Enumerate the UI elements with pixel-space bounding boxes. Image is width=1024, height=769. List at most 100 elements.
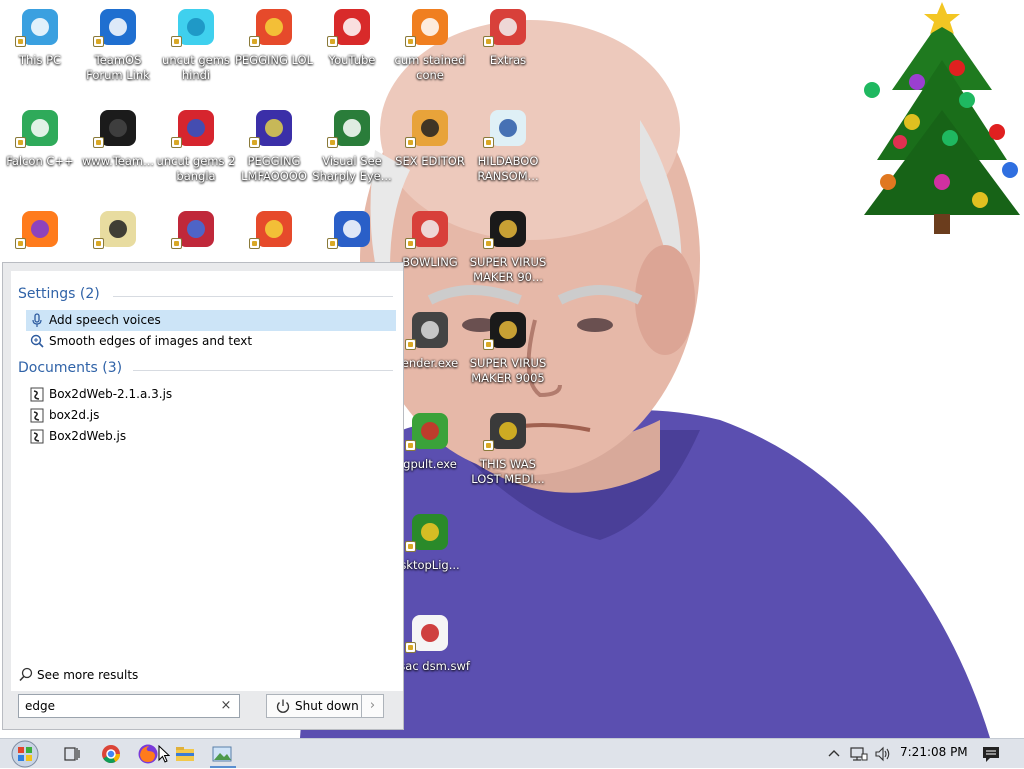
desktop-icon-label: YouTube xyxy=(328,53,376,67)
desktop-icon-label: SUPER VIRUS MAKER 90... xyxy=(469,255,547,284)
desktop-icon-label: THIS WAS LOST MEDI... xyxy=(471,457,545,486)
desktop-icon[interactable]: Visual See Sharply Eye... xyxy=(312,101,392,197)
shortcut-arrow-icon xyxy=(93,238,104,249)
shortcut-arrow-icon xyxy=(93,36,104,47)
result-label: Smooth edges of images and text xyxy=(49,334,253,348)
shortcut-arrow-icon xyxy=(171,238,182,249)
shortcut-arrow-icon xyxy=(405,137,416,148)
desktop-icon[interactable]: uncut gems 2 bangla xyxy=(156,101,236,197)
desktop-icon-label: This PC xyxy=(18,53,62,67)
firefox-icon[interactable] xyxy=(137,743,159,765)
result-document[interactable]: box2d.js xyxy=(26,405,396,426)
desktop-icon-label: TeamOS Forum Link xyxy=(86,53,150,82)
shortcut-arrow-icon xyxy=(249,238,260,249)
desktop-icon[interactable]: SEX EDITOR xyxy=(390,101,470,197)
shortcut-arrow-icon xyxy=(15,238,26,249)
taskbar: 7:21:08 PM xyxy=(0,738,1024,768)
desktop-icon[interactable]: SUPER VIRUS MAKER 90... xyxy=(468,202,548,298)
desktop-icon-label: SEX EDITOR xyxy=(395,154,465,168)
desktop-icon[interactable]: SUPER VIRUS MAKER 9005 xyxy=(468,303,548,399)
magnifier-settings-icon xyxy=(30,334,44,348)
desktop-icon[interactable]: This PC xyxy=(0,0,80,96)
clear-search-button[interactable]: × xyxy=(219,698,233,714)
shortcut-arrow-icon xyxy=(483,238,494,249)
desktop-icon[interactable]: www.Team... xyxy=(78,101,158,197)
shortcut-arrow-icon xyxy=(405,440,416,451)
desktop-icon[interactable]: uncut gems hindi xyxy=(156,0,236,96)
microphone-icon xyxy=(32,313,42,327)
shortcut-arrow-icon xyxy=(171,137,182,148)
network-icon[interactable] xyxy=(850,746,868,762)
file-explorer-icon[interactable] xyxy=(174,744,196,764)
see-more-label: See more results xyxy=(37,668,139,682)
shortcut-arrow-icon xyxy=(405,36,416,47)
shortcut-arrow-icon xyxy=(327,36,338,47)
volume-icon[interactable] xyxy=(874,746,892,762)
shortcut-arrow-icon xyxy=(327,137,338,148)
power-icon xyxy=(276,699,290,713)
desktop-icon-label: www.Team... xyxy=(81,154,155,168)
shortcut-arrow-icon xyxy=(249,36,260,47)
shortcut-arrow-icon xyxy=(483,36,494,47)
desktop-icon-label: PEGGING LOL xyxy=(234,53,314,67)
task-view-icon[interactable] xyxy=(62,745,82,763)
desktop-icon-label: SUPER VIRUS MAKER 9005 xyxy=(469,356,547,385)
shortcut-arrow-icon xyxy=(483,137,494,148)
desktop-icon-label: Falcon C++ xyxy=(6,154,74,168)
shortcut-arrow-icon xyxy=(15,36,26,47)
shut-down-label: Shut down xyxy=(295,699,359,713)
divider xyxy=(113,296,393,297)
shortcut-arrow-icon xyxy=(405,238,416,249)
shortcut-arrow-icon xyxy=(483,440,494,451)
desktop-icon[interactable]: TeamOS Forum Link xyxy=(78,0,158,96)
shortcut-arrow-icon xyxy=(171,36,182,47)
desktop-icon[interactable]: HILDABOO RANSOM... xyxy=(468,101,548,197)
result-smooth-edges[interactable]: Smooth edges of images and text xyxy=(26,331,396,352)
desktop-icon-label: PEGGING LMFAOOOO xyxy=(241,154,307,183)
js-file-icon xyxy=(30,429,44,444)
shortcut-arrow-icon xyxy=(249,137,260,148)
result-label: box2d.js xyxy=(49,408,100,422)
shortcut-arrow-icon xyxy=(405,541,416,552)
result-label: Add speech voices xyxy=(49,313,161,327)
chevron-up-icon[interactable] xyxy=(828,748,840,760)
search-box[interactable]: × xyxy=(18,694,240,718)
desktop-icon[interactable]: YouTube xyxy=(312,0,392,96)
result-label: Box2dWeb-2.1.a.3.js xyxy=(49,387,173,401)
result-add-speech-voices[interactable]: Add speech voices xyxy=(26,310,396,331)
christmas-tree-decoration xyxy=(864,2,1020,234)
notification-icon[interactable] xyxy=(982,746,1000,763)
result-document[interactable]: Box2dWeb.js xyxy=(26,426,396,447)
js-file-icon xyxy=(30,408,44,423)
mouse-cursor-icon xyxy=(158,745,170,763)
result-document[interactable]: Box2dWeb-2.1.a.3.js xyxy=(26,384,396,405)
desktop-icon-label: uncut gems hindi xyxy=(162,53,230,82)
photo-viewer-icon[interactable] xyxy=(211,744,233,764)
shortcut-arrow-icon xyxy=(405,642,416,653)
desktop-icon[interactable]: PEGGING LMFAOOOO xyxy=(234,101,314,197)
search-icon xyxy=(19,667,33,682)
desktop-icon-label: uncut gems 2 bangla xyxy=(156,154,236,183)
shortcut-arrow-icon xyxy=(15,137,26,148)
shortcut-arrow-icon xyxy=(405,339,416,350)
desktop-icon-label: Extras xyxy=(489,53,527,67)
search-input[interactable] xyxy=(25,698,215,714)
taskbar-clock[interactable]: 7:21:08 PM xyxy=(900,745,968,759)
desktop-icon[interactable]: PEGGING LOL xyxy=(234,0,314,96)
start-orb-icon[interactable] xyxy=(6,739,44,769)
desktop-icon[interactable]: cum stained cone xyxy=(390,0,470,96)
settings-group-header: Settings (2) xyxy=(18,286,100,302)
shut-down-options-button[interactable]: › xyxy=(362,694,384,718)
desktop-icon[interactable]: Extras xyxy=(468,0,548,96)
js-file-icon xyxy=(30,387,44,402)
start-menu: Settings (2) Add speech voices Smooth ed… xyxy=(2,262,404,730)
chrome-icon[interactable] xyxy=(101,744,121,764)
desktop-icon-label: Visual See Sharply Eye... xyxy=(312,154,392,183)
desktop-icon-label: cum stained cone xyxy=(394,53,466,82)
divider xyxy=(133,370,393,371)
desktop-icon[interactable]: THIS WAS LOST MEDI... xyxy=(468,404,548,500)
desktop-icon[interactable]: Falcon C++ xyxy=(0,101,80,197)
shortcut-arrow-icon xyxy=(483,339,494,350)
shut-down-button[interactable]: Shut down xyxy=(266,694,362,718)
shortcut-arrow-icon xyxy=(93,137,104,148)
